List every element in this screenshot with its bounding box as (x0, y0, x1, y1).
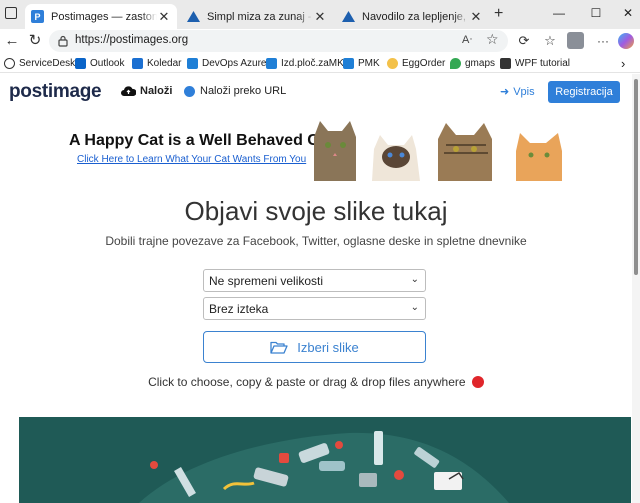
azure-devops-icon (266, 57, 277, 69)
fav-label: ServiceDesk (19, 57, 76, 69)
expiry-select-value: Brez izteka (209, 302, 269, 316)
upload-label: Naloži (140, 85, 173, 97)
chevron-down-icon: ⌄ (410, 302, 419, 313)
tab-navodilo[interactable]: Navodilo za lepljenje, dodajanje slik ✕ (336, 4, 489, 29)
fav-item-eggorder[interactable]: EggOrder (387, 56, 445, 70)
login-label: Vpis (513, 85, 535, 98)
graduation-cap-icon (500, 57, 511, 69)
fav-label: EggOrder (402, 57, 446, 69)
azure-devops-icon (343, 57, 354, 69)
illustration-banner (19, 417, 631, 503)
upload-url-link[interactable]: Naloži preko URL (184, 85, 286, 97)
copilot-icon[interactable] (618, 33, 634, 49)
address-bar: ← ↻ https://postimages.org Aᐧ ☆ ⟳ ☆ ··· (0, 29, 640, 53)
folder-open-icon (270, 341, 288, 354)
close-window-button[interactable]: ✕ (618, 5, 638, 21)
fav-item-wpf[interactable]: WPF tutorial (500, 56, 570, 70)
tab-close-icon[interactable]: ✕ (313, 9, 327, 25)
resize-select-value: Ne spremeni velikosti (209, 274, 324, 288)
new-tab-button[interactable]: + (494, 5, 503, 23)
fav-label: PMK (358, 57, 380, 69)
globe-icon (184, 85, 195, 97)
chevron-right-icon[interactable]: › (621, 56, 625, 71)
profile-avatar[interactable] (567, 32, 584, 49)
page-scrollbar[interactable] (632, 74, 640, 503)
azure-devops-icon (187, 57, 198, 69)
fav-item-devops[interactable]: DevOps Azure (187, 56, 266, 70)
tab-label: Navodilo za lepljenje, dodajanje slik (362, 10, 469, 23)
back-icon[interactable]: ← (3, 32, 21, 50)
fav-label: Koledar (147, 57, 182, 69)
tab-actions-icon[interactable] (5, 7, 17, 19)
refresh-icon[interactable]: ↻ (26, 32, 44, 50)
page-subtitle: Dobili trajne povezave za Facebook, Twit… (105, 234, 527, 248)
upload-link[interactable]: Naloži (121, 85, 172, 97)
fav-label: Izd.ploč.zaMK (281, 57, 344, 69)
favorite-star-icon[interactable]: ☆ (486, 31, 499, 48)
expiry-select[interactable]: Brez izteka ⌄ (203, 297, 426, 320)
sign-in-icon: ➜ (500, 86, 510, 98)
egg-icon (387, 57, 398, 69)
fav-item-pmk[interactable]: PMK (343, 56, 380, 70)
choose-images-button[interactable]: Izberi slike (203, 331, 426, 363)
tab-strip: P Postimages — zastonj gostovanje slik ✕… (0, 0, 640, 29)
outlook-icon (75, 57, 86, 69)
fav-item-servicedesk[interactable]: ServiceDesk (4, 56, 75, 70)
logo-part-image: image (47, 81, 102, 102)
forum-favicon-icon (342, 10, 355, 23)
resize-select[interactable]: Ne spremeni velikosti ⌄ (203, 269, 426, 292)
fav-label: gmaps (465, 57, 496, 69)
tab-label: Simpl miza za zunaj - Stran 2 - Forum (207, 10, 313, 23)
forum-favicon-icon (187, 10, 200, 23)
page-title: Objavi svoje slike tukaj (184, 196, 448, 226)
fav-label: DevOps Azure (202, 57, 267, 69)
cats-image (314, 121, 562, 181)
cloud-upload-icon (121, 85, 136, 96)
ad-title: A Happy Cat is a Well Behaved Cat! (69, 132, 339, 149)
logo-part-post: post (9, 81, 48, 102)
tab-label: Postimages — zastonj gostovanje slik (51, 10, 157, 23)
read-aloud-icon[interactable]: Aᐧ (462, 33, 472, 46)
login-link[interactable]: ➜ Vpis (500, 85, 535, 99)
calendar-icon (132, 57, 143, 69)
postimage-logo[interactable]: postimage (9, 81, 102, 103)
upload-url-label: Naloži preko URL (200, 85, 287, 97)
info-badge-icon (471, 376, 484, 388)
ad-banner[interactable]: A Happy Cat is a Well Behaved Cat! Click… (0, 113, 632, 181)
chevron-down-icon: ⌄ (410, 274, 419, 285)
fav-label: WPF tutorial (515, 57, 571, 69)
tab-close-icon[interactable]: ✕ (469, 9, 483, 25)
fav-item-koledar[interactable]: Koledar (132, 56, 181, 70)
plastic-waste-illustration (139, 431, 509, 503)
choose-images-label: Izberi slike (297, 339, 359, 355)
url-text: https://postimages.org (75, 34, 189, 46)
favorites-icon[interactable]: ☆ (541, 32, 559, 50)
fav-item-outlook[interactable]: Outlook (75, 56, 124, 70)
map-pin-icon (450, 57, 461, 69)
globe-icon (4, 57, 15, 69)
tab-forum[interactable]: Simpl miza za zunaj - Stran 2 - Forum ✕ (181, 4, 333, 29)
site-header: postimage Naloži Naloži preko URL ➜ Vpis… (0, 74, 632, 110)
minimize-button[interactable]: — (549, 5, 569, 21)
fav-label: Outlook (90, 57, 125, 69)
drop-hint-text: Click to choose, copy & paste or drag & … (148, 375, 466, 389)
scrollbar-thumb[interactable] (634, 79, 638, 275)
url-field[interactable]: https://postimages.org Aᐧ ☆ (49, 30, 508, 52)
more-icon[interactable]: ··· (594, 32, 612, 50)
tab-close-icon[interactable]: ✕ (157, 9, 171, 25)
postimages-favicon-icon: P (31, 10, 44, 23)
fav-item-gmaps[interactable]: gmaps (450, 56, 495, 70)
register-button[interactable]: Registracija (548, 81, 620, 103)
drop-hint: Click to choose, copy & paste or drag & … (0, 375, 632, 389)
fav-item-izd[interactable]: Izd.ploč.zaMK (266, 56, 344, 70)
maximize-button[interactable]: ☐ (586, 5, 606, 21)
ad-link[interactable]: Click Here to Learn What Your Cat Wants … (77, 154, 306, 165)
tab-postimages[interactable]: P Postimages — zastonj gostovanje slik ✕ (25, 4, 177, 29)
lock-icon (58, 35, 68, 47)
favorites-bar: ServiceDesk Outlook Koledar DevOps Azure… (0, 53, 640, 73)
extensions-icon[interactable]: ⟳ (515, 32, 533, 50)
